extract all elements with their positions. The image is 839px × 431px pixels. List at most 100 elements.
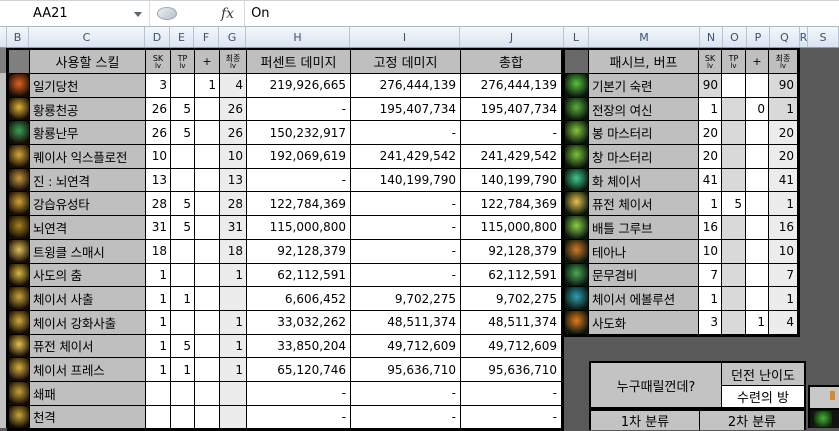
cell-tp-lv[interactable] [171, 406, 195, 430]
cell-fixed-damage[interactable]: 9,702,275 [351, 287, 461, 311]
cell-plus[interactable]: 0 [746, 98, 769, 122]
cell-tp-lv[interactable]: 5 [171, 335, 195, 359]
cell-final-lv[interactable]: 90 [769, 74, 798, 98]
cell-tp-lv[interactable]: 5 [722, 192, 746, 216]
cell-final-lv[interactable]: 1 [220, 264, 247, 288]
cell-plus[interactable] [746, 74, 769, 98]
cell-tp-lv[interactable] [171, 145, 195, 169]
cell-final-lv[interactable]: 10 [769, 240, 798, 264]
column-header-H[interactable]: H [246, 27, 350, 47]
cell-percent-damage[interactable]: 6,606,452 [247, 287, 351, 311]
final-lv-header[interactable]: 최종lv [220, 50, 247, 74]
cell-skill-name[interactable]: 황룡천공 [30, 98, 146, 122]
cell-skill-name[interactable]: 트윙클 스매시 [30, 240, 146, 264]
cell-plus[interactable] [195, 192, 220, 216]
cell-final-lv[interactable]: 1 [769, 98, 798, 122]
cell-percent-damage[interactable]: - [247, 406, 351, 430]
cell-sk-lv[interactable]: 10 [699, 240, 722, 264]
cell-passive-name[interactable]: 배틀 그루브 [589, 216, 699, 240]
cell-percent-damage[interactable]: - [247, 169, 351, 193]
cell-tp-lv[interactable] [171, 311, 195, 335]
cell-plus[interactable] [195, 121, 220, 145]
cell-passive-name[interactable]: 전장의 여신 [589, 98, 699, 122]
skill-icon[interactable] [9, 192, 30, 216]
cell-plus[interactable] [746, 287, 769, 311]
cell-percent-damage[interactable]: 115,000,800 [247, 216, 351, 240]
cell-fixed-damage[interactable]: 195,407,734 [351, 98, 461, 122]
formula-input[interactable]: On [251, 6, 269, 21]
cell-sk-lv[interactable]: 13 [146, 169, 171, 193]
cell-plus[interactable]: 1 [746, 311, 769, 335]
cell-plus[interactable] [195, 264, 220, 288]
passive-icon[interactable] [565, 240, 589, 264]
column-header-Q[interactable]: Q [770, 27, 800, 47]
cell-plus[interactable] [195, 216, 220, 240]
cell-passive-name[interactable]: 퓨전 체이서 [589, 192, 699, 216]
cell-percent-damage[interactable]: 62,112,591 [247, 264, 351, 288]
cell-skill-name[interactable]: 사도의 춤 [30, 264, 146, 288]
tp-lv-header[interactable]: TPlv [171, 50, 195, 74]
cell-total-damage[interactable]: 9,702,275 [461, 287, 562, 311]
cell-plus[interactable] [195, 145, 220, 169]
cell-percent-damage[interactable]: 65,120,746 [247, 358, 351, 382]
column-header-C[interactable]: C [29, 27, 145, 47]
passive-name-header[interactable]: 패시브, 버프 [589, 50, 699, 74]
cell-tp-lv[interactable] [722, 121, 746, 145]
passive-icon[interactable] [565, 169, 589, 193]
cell-plus[interactable] [746, 121, 769, 145]
cell-fixed-damage[interactable]: - [351, 240, 461, 264]
cell-percent-damage[interactable]: 92,128,379 [247, 240, 351, 264]
name-box[interactable]: AA21 [0, 1, 150, 26]
passive-icon[interactable] [565, 98, 589, 122]
column-header-S[interactable]: S [808, 27, 839, 47]
cell-skill-name[interactable]: 황룡난무 [30, 121, 146, 145]
cell-total-damage[interactable]: - [461, 121, 562, 145]
column-header-N[interactable]: N [700, 27, 723, 47]
cell-sk-lv[interactable]: 1 [146, 264, 171, 288]
cell-total-damage[interactable]: 195,407,734 [461, 98, 562, 122]
cell-tp-lv[interactable] [171, 382, 195, 406]
cell-fixed-damage[interactable]: 95,636,710 [351, 358, 461, 382]
passive-icon-header-cell[interactable] [565, 50, 589, 74]
cell-total-damage[interactable]: 49,712,609 [461, 335, 562, 359]
passive-tp-lv-header[interactable]: TPlv [722, 50, 746, 74]
cell-total-damage[interactable]: - [461, 382, 562, 406]
cell-sk-lv[interactable]: 1 [699, 287, 722, 311]
cell-sk-lv[interactable]: 90 [699, 74, 722, 98]
cell-fixed-damage[interactable]: 140,199,790 [351, 169, 461, 193]
column-header-I[interactable]: I [350, 27, 460, 47]
cell-sk-lv[interactable]: 18 [146, 240, 171, 264]
cell-final-lv[interactable]: 31 [220, 216, 247, 240]
cell-percent-damage[interactable]: 192,069,619 [247, 145, 351, 169]
name-box-dropdown-icon[interactable] [134, 12, 142, 17]
cell-skill-name[interactable]: 일기당천 [30, 74, 146, 98]
cell-final-lv[interactable]: 20 [769, 121, 798, 145]
passive-icon[interactable] [565, 192, 589, 216]
cell-tp-lv[interactable] [722, 240, 746, 264]
cell-fixed-damage[interactable]: 241,429,542 [351, 145, 461, 169]
cell-tp-lv[interactable] [171, 264, 195, 288]
cell-plus[interactable] [195, 169, 220, 193]
cell-tp-lv[interactable] [722, 311, 746, 335]
cell-passive-name[interactable]: 체이서 에볼루션 [589, 287, 699, 311]
skill-icon[interactable] [9, 216, 30, 240]
fixed-damage-header[interactable]: 고정 데미지 [351, 50, 461, 74]
cell-sk-lv[interactable] [146, 382, 171, 406]
plus-header[interactable]: + [195, 50, 220, 74]
cell-plus[interactable] [195, 382, 220, 406]
cell-skill-name[interactable]: 퀘이사 익스플로전 [30, 145, 146, 169]
cell-percent-damage[interactable]: 33,850,204 [247, 335, 351, 359]
skill-icon[interactable] [9, 121, 30, 145]
cell-final-lv[interactable]: 4 [220, 74, 247, 98]
cell-passive-name[interactable]: 봉 마스터리 [589, 121, 699, 145]
cell-final-lv[interactable]: 18 [220, 240, 247, 264]
cell-total-damage[interactable]: 92,128,379 [461, 240, 562, 264]
cell-plus[interactable] [195, 358, 220, 382]
cell-tp-lv[interactable] [722, 216, 746, 240]
cell-fixed-damage[interactable]: - [351, 406, 461, 430]
column-header-edge[interactable] [0, 27, 7, 47]
skill-icon[interactable] [9, 406, 30, 430]
passive-final-lv-header[interactable]: 최종lv [769, 50, 798, 74]
cell-tp-lv[interactable] [171, 74, 195, 98]
cell-plus[interactable] [746, 145, 769, 169]
